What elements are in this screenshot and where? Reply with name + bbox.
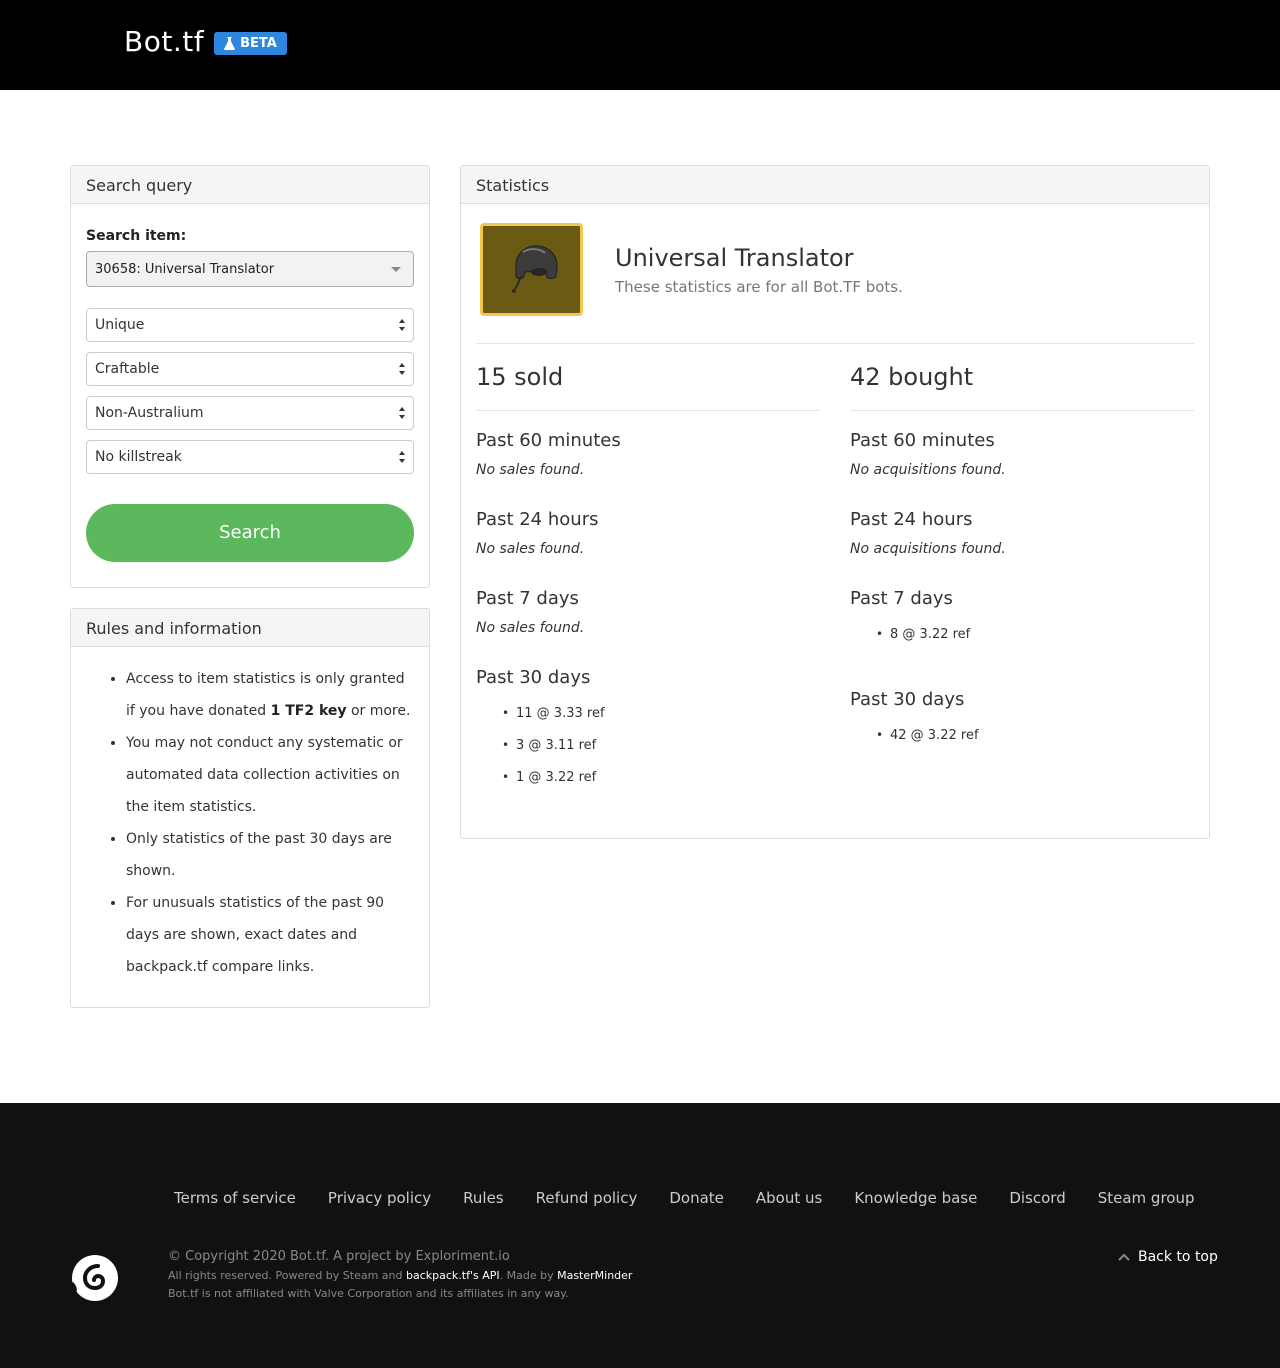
sold-past-7-empty: No sales found. <box>476 620 585 636</box>
back-to-top-label: Back to top <box>1138 1249 1218 1265</box>
beta-badge: BETA <box>214 32 287 55</box>
rights-text-part: . Made by <box>499 1269 558 1282</box>
killstreak-select[interactable]: No killstreak <box>86 440 414 474</box>
rule-item-donation: Access to item statistics is only grante… <box>126 663 416 727</box>
search-item-label: Search item: <box>86 228 187 244</box>
top-navbar: Bot.tf BETA <box>0 0 1280 90</box>
rights-text-part: All rights reserved. Powered by Steam an… <box>168 1269 406 1282</box>
bought-past-7-title: Past 7 days <box>850 588 953 609</box>
search-panel-title: Search query <box>71 166 429 204</box>
sale-entry: 3 @ 3.11 ref <box>502 738 596 753</box>
rule-text: or more. <box>346 703 411 719</box>
statistics-panel-title: Statistics <box>461 166 1209 204</box>
select-arrows-icon <box>399 407 405 419</box>
select-arrows-icon <box>399 363 405 375</box>
footer-links: Terms of service Privacy policy Rules Re… <box>174 1189 1195 1207</box>
dropdown-caret-icon <box>391 267 401 272</box>
footer-link-discord[interactable]: Discord <box>1009 1189 1065 1207</box>
chevron-up-icon <box>1118 1253 1130 1261</box>
search-item-combobox[interactable]: 30658: Universal Translator <box>86 251 414 287</box>
brand-logo-text[interactable]: Bot.tf <box>124 25 204 58</box>
australium-select[interactable]: Non-Australium <box>86 396 414 430</box>
item-image-frame <box>480 223 583 316</box>
divider <box>850 410 1194 411</box>
hat-item-image <box>512 245 558 293</box>
footer-link-terms[interactable]: Terms of service <box>174 1189 296 1207</box>
sold-past-7-title: Past 7 days <box>476 588 579 609</box>
search-query-panel: Search query Search item: 30658: Univers… <box>70 165 430 588</box>
rules-list: Access to item statistics is only grante… <box>126 663 416 983</box>
killstreak-select-value: No killstreak <box>95 449 182 465</box>
craftable-select[interactable]: Craftable <box>86 352 414 386</box>
rules-panel-title: Rules and information <box>71 609 429 647</box>
footer-link-donate[interactable]: Donate <box>669 1189 724 1207</box>
search-button[interactable]: Search <box>86 504 414 562</box>
divider <box>476 343 1194 344</box>
masterminder-link[interactable]: MasterMinder <box>557 1269 632 1282</box>
acquisition-entry: 8 @ 3.22 ref <box>876 627 970 642</box>
sold-past-60-title: Past 60 minutes <box>476 430 621 451</box>
footer-link-steam-group[interactable]: Steam group <box>1098 1189 1195 1207</box>
item-stats-note: These statistics are for all Bot.TF bots… <box>615 278 903 296</box>
back-to-top-link[interactable]: Back to top <box>1118 1249 1218 1265</box>
disclaimer-text: Bot.tf is not affiliated with Valve Corp… <box>168 1287 569 1300</box>
footer-link-knowledge-base[interactable]: Knowledge base <box>854 1189 977 1207</box>
sale-entry: 1 @ 3.22 ref <box>502 770 596 785</box>
quality-select-value: Unique <box>95 317 145 333</box>
bought-past-30-title: Past 30 days <box>850 689 965 710</box>
bought-past-24-title: Past 24 hours <box>850 509 973 530</box>
footer-link-refund[interactable]: Refund policy <box>536 1189 638 1207</box>
statistics-panel: Statistics Universal Translator These st… <box>460 165 1210 839</box>
footer-link-about[interactable]: About us <box>756 1189 822 1207</box>
bought-total: 42 bought <box>850 363 974 391</box>
copyright-text: © Copyright 2020 Bot.tf. A project by Ex… <box>168 1249 510 1264</box>
australium-select-value: Non-Australium <box>95 405 204 421</box>
sold-total: 15 sold <box>476 363 564 391</box>
bought-past-24-empty: No acquisitions found. <box>850 541 1006 557</box>
rule-item-no-scraping: You may not conduct any systematic or au… <box>126 727 416 823</box>
rule-item-30-days: Only statistics of the past 30 days are … <box>126 823 416 887</box>
footer-link-rules[interactable]: Rules <box>463 1189 503 1207</box>
bottf-logo-icon[interactable] <box>70 1253 120 1303</box>
acquisition-entry: 42 @ 3.22 ref <box>876 728 978 743</box>
site-footer: Terms of service Privacy policy Rules Re… <box>0 1103 1280 1368</box>
quality-select[interactable]: Unique <box>86 308 414 342</box>
bought-past-60-empty: No acquisitions found. <box>850 462 1006 478</box>
rule-item-unusuals: For unusuals statistics of the past 90 d… <box>126 887 416 983</box>
sale-entry: 11 @ 3.33 ref <box>502 706 604 721</box>
rule-emphasis: 1 TF2 key <box>270 703 347 719</box>
craftable-select-value: Craftable <box>95 361 160 377</box>
footer-link-privacy[interactable]: Privacy policy <box>328 1189 431 1207</box>
sold-past-24-empty: No sales found. <box>476 541 585 557</box>
sold-past-30-title: Past 30 days <box>476 667 591 688</box>
sold-past-60-empty: No sales found. <box>476 462 585 478</box>
rights-text: All rights reserved. Powered by Steam an… <box>168 1269 632 1282</box>
search-item-value: 30658: Universal Translator <box>95 262 275 277</box>
bought-past-60-title: Past 60 minutes <box>850 430 995 451</box>
select-arrows-icon <box>399 451 405 463</box>
backpack-api-link[interactable]: backpack.tf's API <box>406 1269 500 1282</box>
beta-label: BETA <box>240 36 277 51</box>
item-name: Universal Translator <box>615 244 854 272</box>
rules-panel: Rules and information Access to item sta… <box>70 608 430 1008</box>
divider <box>476 410 820 411</box>
flask-icon <box>224 37 236 50</box>
select-arrows-icon <box>399 319 405 331</box>
sold-past-24-title: Past 24 hours <box>476 509 599 530</box>
